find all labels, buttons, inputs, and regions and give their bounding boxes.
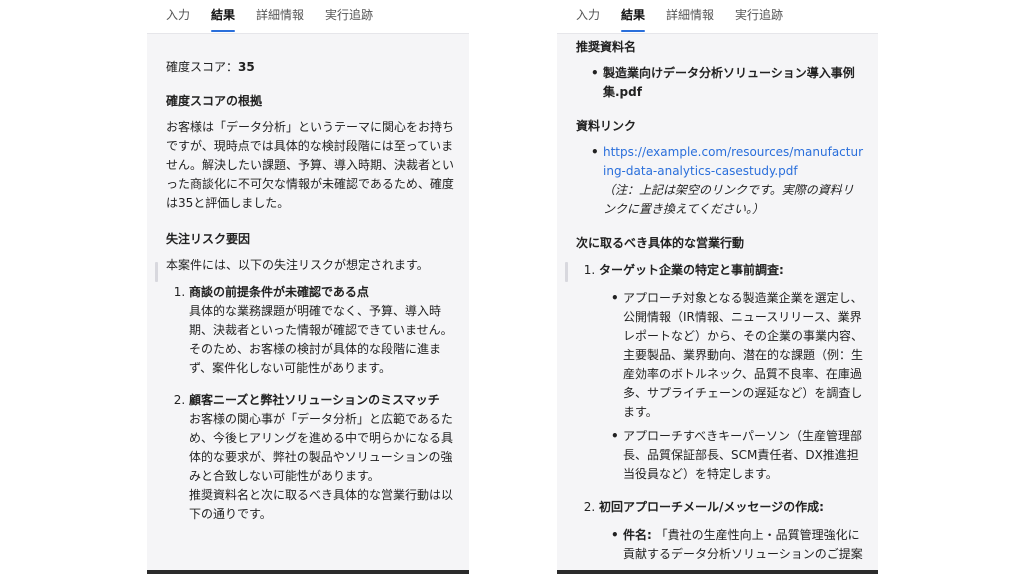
risk-text: お客様の関心事が「データ分析」と広範であるため、今後ヒアリングを進める中で明らか… <box>189 412 454 483</box>
list-item: 商談の前提条件が未確認である点 具体的な業務課題が明確でなく、予算、導入時期、決… <box>189 283 455 378</box>
subject-text: 「貴社の生産性向上・品質管理強化に貢献するデータ分析ソリューションのご提案 <box>623 528 863 561</box>
list-item: 件名: 「貴社の生産性向上・品質管理強化に貢献するデータ分析ソリューションのご提… <box>611 526 864 564</box>
tab-result[interactable]: 結果 <box>621 0 646 33</box>
list-item: 初回アプローチメール/メッセージの作成: 件名: 「貴社の生産性向上・品質管理強… <box>599 498 864 564</box>
risk-intro: 本案件には、以下の失注リスクが想定されます。 <box>166 258 429 272</box>
actions-heading: 次に取るべき具体的な営業行動 <box>576 236 745 250</box>
score-value: 35 <box>238 60 255 74</box>
tab-input[interactable]: 入力 <box>576 0 600 33</box>
tab-input[interactable]: 入力 <box>166 0 190 33</box>
result-content: 推奨資料名 製造業向けデータ分析ソリューション導入事例集.pdf 資料リンク h… <box>576 38 864 564</box>
action-bullets: 件名: 「貴社の生産性向上・品質管理強化に貢献するデータ分析ソリューションのご提… <box>599 526 864 564</box>
risk-trailing-text: 推奨資料名と次に取るべき具体的な営業行動は以下の通りです。 <box>189 488 454 521</box>
list-item: アプローチ対象となる製造業企業を選定し、公開情報（IR情報、ニュースリリース、業… <box>611 289 864 422</box>
link-heading: 資料リンク <box>576 119 637 133</box>
right-result-panel: 入力 結果 詳細情報 実行追跡 推奨資料名 製造業向けデータ分析ソリューション導… <box>557 0 878 574</box>
basis-text: お客様は「データ分析」というテーマに関心をお持ちですが、現時点では具体的な検討段… <box>166 120 455 210</box>
result-content: 確度スコア：35 確度スコアの根拠 お客様は「データ分析」というテーマに関心をお… <box>166 58 455 524</box>
action-title: 初回アプローチメール/メッセージの作成: <box>599 500 824 514</box>
risk-text: 具体的な業務課題が明確でなく、予算、導入時期、決裁者といった情報が確認できていま… <box>189 304 453 375</box>
resource-link[interactable]: https://example.com/resources/manufactur… <box>603 145 863 178</box>
panel-bottom-edge <box>147 570 469 574</box>
link-list: https://example.com/resources/manufactur… <box>576 143 864 219</box>
risk-title: 顧客ニーズと弊社ソリューションのミスマッチ <box>189 393 440 407</box>
risk-list: 商談の前提条件が未確認である点 具体的な業務課題が明確でなく、予算、導入時期、決… <box>166 283 455 524</box>
actions-list: ターゲット企業の特定と事前調査: アプローチ対象となる製造業企業を選定し、公開情… <box>576 261 864 564</box>
score-line: 確度スコア：35 <box>166 58 455 77</box>
list-item: ターゲット企業の特定と事前調査: アプローチ対象となる製造業企業を選定し、公開情… <box>599 261 864 484</box>
risk-heading: 失注リスク要因 <box>166 232 251 246</box>
tab-details[interactable]: 詳細情報 <box>256 0 304 33</box>
list-item: アプローチすべきキーパーソン（生産管理部長、品質保証部長、SCM責任者、DX推進… <box>611 427 864 484</box>
scroll-indicator <box>565 262 568 282</box>
panel-bottom-edge <box>557 570 878 574</box>
list-item: 顧客ニーズと弊社ソリューションのミスマッチ お客様の関心事が「データ分析」と広範… <box>189 391 455 524</box>
doc-list: 製造業向けデータ分析ソリューション導入事例集.pdf <box>576 64 864 102</box>
risk-title: 商談の前提条件が未確認である点 <box>189 285 369 299</box>
tab-bar: 入力 結果 詳細情報 実行追跡 <box>557 0 878 34</box>
score-label: 確度スコア： <box>166 60 239 74</box>
tab-trace[interactable]: 実行追跡 <box>735 0 783 33</box>
link-note: （注：上記は架空のリンクです。実際の資料リンクに置き換えてください。） <box>603 183 854 216</box>
scroll-indicator <box>155 262 158 282</box>
action-title: ターゲット企業の特定と事前調査: <box>599 263 784 277</box>
subject-label: 件名: <box>623 528 652 542</box>
doc-name: 製造業向けデータ分析ソリューション導入事例集.pdf <box>591 64 864 102</box>
list-item: https://example.com/resources/manufactur… <box>591 143 864 219</box>
action-bullets: アプローチ対象となる製造業企業を選定し、公開情報（IR情報、ニュースリリース、業… <box>599 289 864 484</box>
tab-result[interactable]: 結果 <box>211 0 236 33</box>
doc-heading: 推奨資料名 <box>576 40 637 54</box>
basis-heading: 確度スコアの根拠 <box>166 94 263 108</box>
tab-details[interactable]: 詳細情報 <box>666 0 714 33</box>
tab-trace[interactable]: 実行追跡 <box>325 0 373 33</box>
left-result-panel: 入力 結果 詳細情報 実行追跡 確度スコア：35 確度スコアの根拠 お客様は「デ… <box>147 0 469 574</box>
tab-bar: 入力 結果 詳細情報 実行追跡 <box>147 0 469 34</box>
